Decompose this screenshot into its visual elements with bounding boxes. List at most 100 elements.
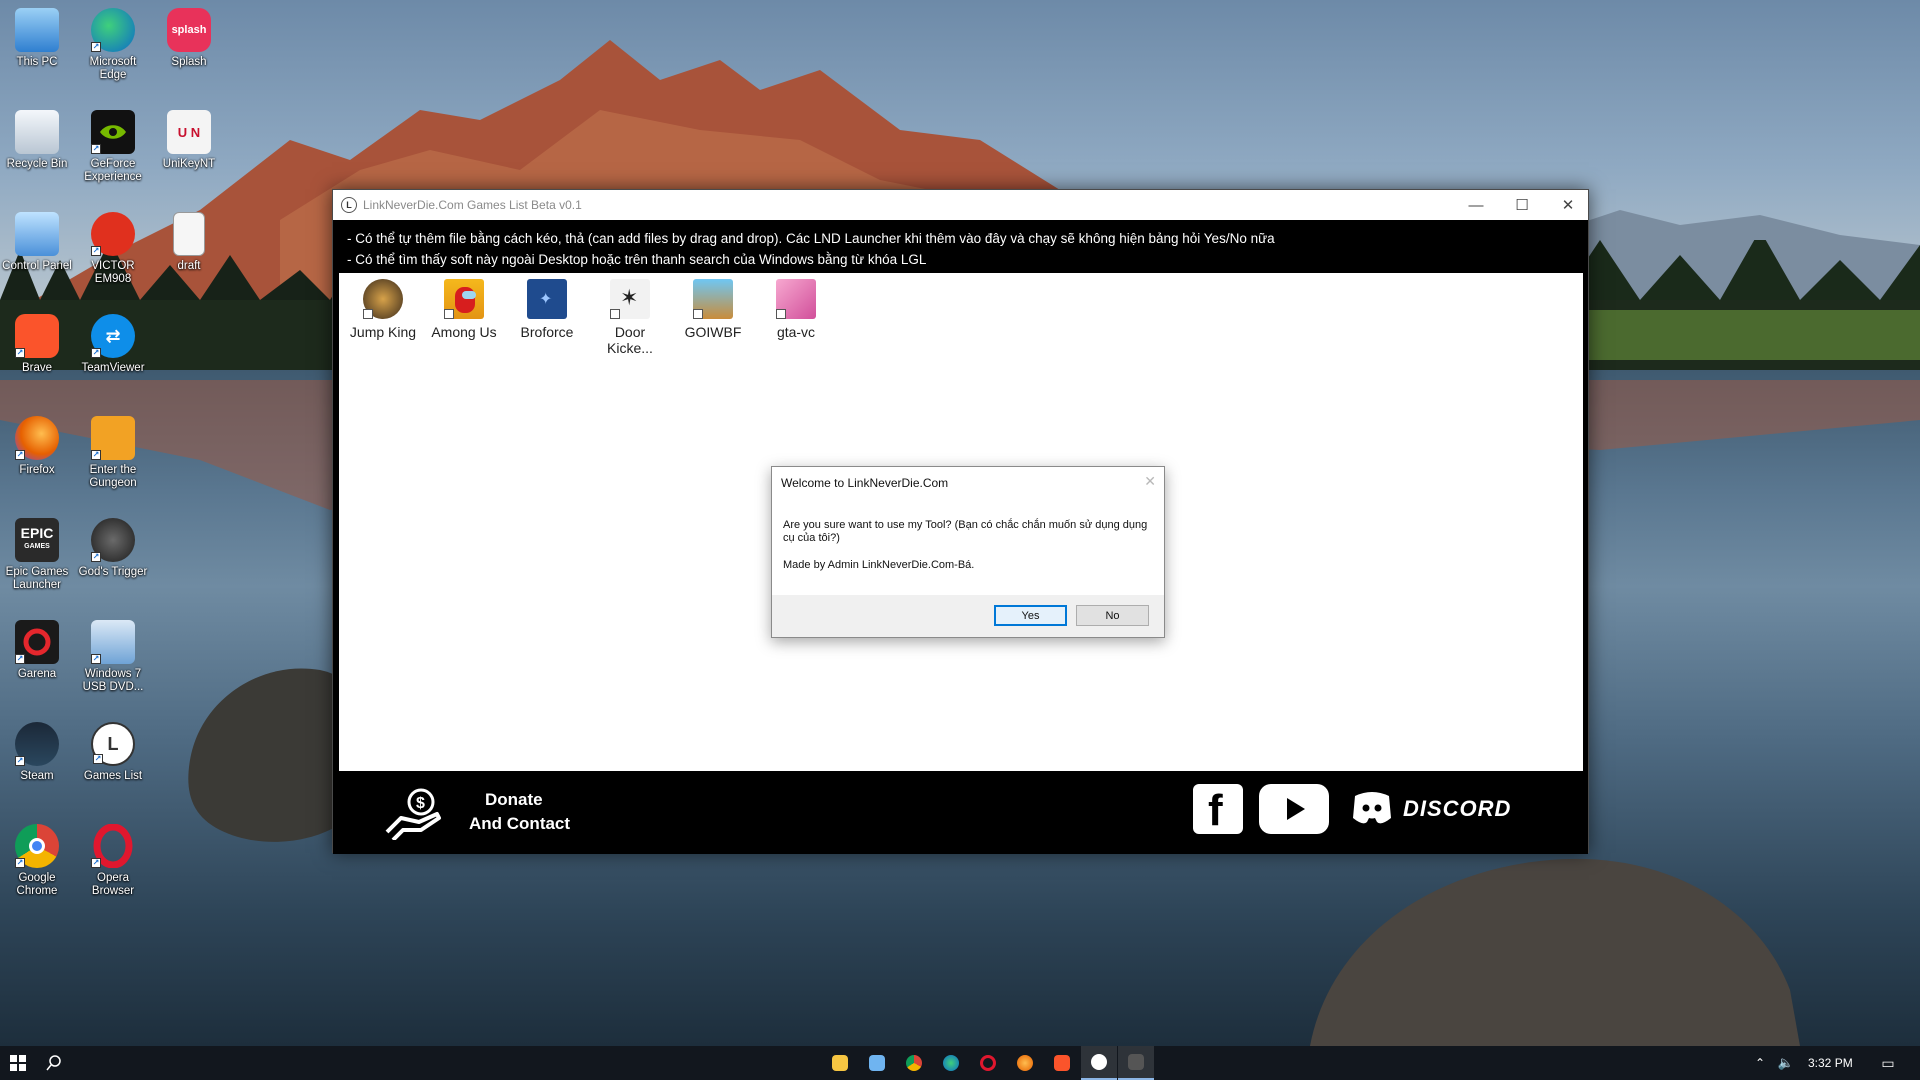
epic-games-icon: EPIC GAMES [15,518,59,562]
taskbar-firefox[interactable] [1007,1046,1043,1080]
desktop-icon-splash[interactable]: splash Splash [152,8,226,69]
desktop-icon-control-panel[interactable]: Control Panel [0,212,74,273]
shortcut-arrow-icon [610,309,620,319]
shortcut-arrow-icon: ↗ [15,858,25,868]
garena-icon: ↗ [15,620,59,664]
yes-button[interactable]: Yes [994,605,1067,626]
gods-trigger-icon: ↗ [91,518,135,562]
taskbar-games-list[interactable] [1081,1046,1117,1080]
shortcut-arrow-icon: ↗ [91,450,101,460]
chrome-icon: ↗ [15,824,59,868]
desktop-icon-windows-7-usb-dvd[interactable]: ↗ Windows 7 USB DVD... [76,620,150,694]
among-us-icon [444,279,484,319]
taskbar-file-explorer[interactable] [822,1046,858,1080]
firefox-icon: ↗ [15,416,59,460]
window-title-bar[interactable]: L LinkNeverDie.Com Games List Beta v0.1 … [333,190,1588,220]
taskbar-clock[interactable]: 3:32 PM [1808,1046,1853,1080]
door-kickers-icon: ✶ [610,279,650,319]
desktop-icon-geforce-experience[interactable]: ↗ GeForce Experience [76,110,150,184]
game-item-broforce[interactable]: ✦ Broforce [507,279,587,340]
volume-button[interactable]: 🔈 [1774,1046,1798,1080]
gungeon-icon: ↗ [91,416,135,460]
maximize-button[interactable]: ☐ [1499,190,1545,220]
facebook-icon[interactable]: f [1193,784,1243,835]
game-item-jump-king[interactable]: Jump King [343,279,423,340]
usb-dvd-tool-icon: ↗ [91,620,135,664]
firefox-icon [1017,1055,1033,1071]
discord-link[interactable]: DISCORD [1403,796,1511,822]
shortcut-arrow-icon: ↗ [15,450,25,460]
donate-hand-icon[interactable]: $ [385,788,443,845]
teamviewer-icon: ⇄ ↗ [91,314,135,358]
opera-icon: ↗ [91,824,135,868]
desktop-icon-brave[interactable]: ↗ Brave [0,314,74,375]
taskbar-control-panel[interactable] [859,1046,895,1080]
speaker-icon: 🔈 [1777,1055,1795,1070]
desktop-icon-firefox[interactable]: ↗ Firefox [0,416,74,477]
dialog-button-bar: Yes No [772,595,1164,637]
shortcut-arrow-icon: ↗ [91,246,101,256]
taskbar-brave[interactable] [1044,1046,1080,1080]
close-icon: ✕ [1561,197,1575,214]
start-button[interactable] [0,1046,36,1080]
desktop-icon-this-pc[interactable]: This PC [0,8,74,69]
shortcut-arrow-icon: ↗ [91,348,101,358]
game-item-goiwbf[interactable]: GOIWBF [673,279,753,340]
desktop-icon-gods-trigger[interactable]: ↗ God's Trigger [76,518,150,579]
donate-contact-link[interactable]: Donate And Contact [469,788,570,836]
info-line-2: - Có thể tìm thấy soft này ngoài Desktop… [347,252,927,267]
close-button[interactable]: ✕ [1545,190,1591,220]
game-item-gta-vc[interactable]: gta-vc [756,279,836,340]
opera-icon [980,1055,996,1071]
desktop-icon-epic-games-launcher[interactable]: EPIC GAMES Epic Games Launcher [0,518,74,592]
unikey-icon: U N [167,110,211,154]
desktop-icon-unikeynt[interactable]: U N UniKeyNT [152,110,226,171]
taskbar-edge[interactable] [933,1046,969,1080]
goiwbf-icon [693,279,733,319]
taskbar-search-button[interactable] [36,1046,72,1080]
recycle-bin-icon [15,110,59,154]
shortcut-arrow-icon [693,309,703,319]
desktop-icon-teamviewer[interactable]: ⇄ ↗ TeamViewer [76,314,150,375]
desktop-icon-draft[interactable]: draft [152,212,226,273]
shortcut-arrow-icon [444,309,454,319]
action-center-button[interactable]: ▭ [1870,1046,1906,1080]
edge-icon: ↗ [91,8,135,52]
taskbar-chrome[interactable] [896,1046,932,1080]
computer-icon [15,8,59,52]
text-file-icon [173,212,205,256]
games-list-icon: L ↗ [91,722,135,766]
taskbar: ⌃ 🔈 3:32 PM ▭ [0,1046,1920,1080]
game-item-door-kickers[interactable]: ✶ Door Kicke... [590,279,670,356]
taskbar-opera[interactable] [970,1046,1006,1080]
game-item-among-us[interactable]: Among Us [424,279,504,340]
dialog-title: Welcome to LinkNeverDie.Com [781,476,949,490]
dialog-close-button[interactable]: ✕ [1144,473,1156,490]
svg-text:$: $ [416,795,425,812]
desktop-icon-games-list[interactable]: L ↗ Games List [76,722,150,783]
desktop-icon-garena[interactable]: ↗ Garena [0,620,74,681]
minimize-button[interactable]: — [1453,190,1499,220]
info-text: - Có thể tự thêm file bằng cách kéo, thả… [347,228,1275,270]
desktop-icon-enter-the-gungeon[interactable]: ↗ Enter the Gungeon [76,416,150,490]
taskbar-dialog-app[interactable] [1118,1046,1154,1080]
maximize-icon: ☐ [1515,197,1529,214]
desktop-icon-google-chrome[interactable]: ↗ Google Chrome [0,824,74,898]
desktop-icon-steam[interactable]: ↗ Steam [0,722,74,783]
youtube-icon[interactable] [1259,784,1329,834]
desktop-icon-opera-browser[interactable]: ↗ Opera Browser [76,824,150,898]
shortcut-arrow-icon [363,309,373,319]
wallpaper-rock-right [1310,858,1800,1046]
show-hidden-icons-button[interactable]: ⌃ [1750,1046,1770,1080]
broforce-icon: ✦ [527,279,567,319]
edge-icon [943,1055,959,1071]
close-icon: ✕ [1144,473,1156,489]
folder-icon [832,1055,848,1071]
shortcut-arrow-icon: ↗ [91,144,101,154]
splash-icon: splash [167,8,211,52]
no-button[interactable]: No [1076,605,1149,626]
desktop-icon-recycle-bin[interactable]: Recycle Bin [0,110,74,171]
discord-icon[interactable] [1351,788,1393,833]
desktop-icon-microsoft-edge[interactable]: ↗ Microsoft Edge [76,8,150,82]
desktop-icon-victor-em908[interactable]: ↗ VICTOR EM908 [76,212,150,286]
